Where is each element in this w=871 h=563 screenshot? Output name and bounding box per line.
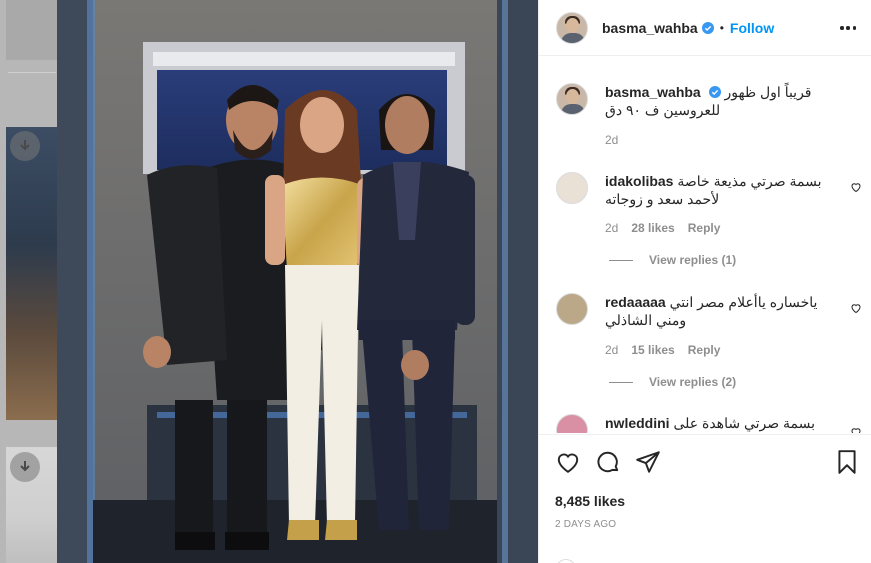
verified-badge-icon bbox=[708, 86, 721, 98]
separator-dot: • bbox=[719, 20, 724, 35]
comment-item: redaaaaa ياخساره ياأعلام مصر انتي ومني ا… bbox=[556, 293, 861, 393]
view-replies-button[interactable]: View replies (1) bbox=[609, 253, 736, 267]
likes-count[interactable]: 8,485 likes bbox=[555, 493, 625, 509]
post-photo[interactable] bbox=[57, 0, 538, 563]
comment-username[interactable]: idakolibas bbox=[605, 173, 673, 189]
comment-body: redaaaaa ياخساره ياأعلام مصر انتي ومني ا… bbox=[605, 293, 850, 329]
comment-body: idakolibas بسمة صرتي مذيعة خاصة لأحمد سع… bbox=[605, 172, 850, 208]
heart-icon[interactable] bbox=[850, 426, 862, 433]
download-icon[interactable] bbox=[10, 131, 40, 161]
download-icon[interactable] bbox=[10, 452, 40, 482]
post-side-panel: basma_wahba • Follow basma_wahba قريباً … bbox=[538, 0, 871, 563]
view-replies-button[interactable]: View replies (2) bbox=[609, 375, 736, 389]
caption-username[interactable]: basma_wahba bbox=[605, 84, 701, 100]
view-replies-label: View replies (2) bbox=[649, 375, 737, 389]
comment-username[interactable]: nwleddini bbox=[605, 415, 670, 431]
comment-item: nwleddini بسمة صرتي شاهدة على bbox=[556, 414, 861, 433]
background-thumbnail bbox=[6, 127, 57, 420]
view-replies-label: View replies (1) bbox=[649, 253, 737, 267]
comment-meta: 2d 15 likes Reply bbox=[605, 343, 720, 357]
post-timestamp[interactable]: 2 DAYS AGO bbox=[555, 519, 616, 530]
background-feed bbox=[0, 0, 57, 563]
follow-button[interactable]: Follow bbox=[730, 20, 774, 36]
comment-age[interactable]: 2d bbox=[605, 343, 618, 357]
post-header: basma_wahba • Follow bbox=[539, 0, 871, 56]
post-caption: basma_wahba قريباً اول ظهور للعروسين ف ٩… bbox=[556, 83, 856, 173]
avatar[interactable] bbox=[556, 172, 588, 204]
post-actions-bar: 8,485 likes 2 DAYS AGO bbox=[539, 434, 871, 563]
avatar[interactable] bbox=[556, 11, 588, 44]
divider bbox=[8, 72, 56, 73]
comment-likes[interactable]: 15 likes bbox=[631, 343, 674, 357]
reply-button[interactable]: Reply bbox=[688, 343, 721, 357]
comment-text: بسمة صرتي شاهدة على bbox=[673, 415, 816, 431]
comment-meta: 2d 28 likes Reply bbox=[605, 221, 720, 235]
comment-body: nwleddini بسمة صرتي شاهدة على bbox=[605, 414, 850, 432]
comment-age[interactable]: 2d bbox=[605, 221, 618, 235]
heart-icon[interactable] bbox=[555, 449, 581, 475]
more-options-icon[interactable] bbox=[840, 20, 856, 36]
comment-likes[interactable]: 28 likes bbox=[631, 221, 674, 235]
background-thumbnail bbox=[6, 0, 57, 60]
caption-meta: 2d bbox=[605, 133, 618, 147]
heart-icon[interactable] bbox=[850, 181, 862, 193]
share-icon[interactable] bbox=[635, 449, 661, 475]
heart-icon[interactable] bbox=[850, 302, 862, 314]
reply-button[interactable]: Reply bbox=[688, 221, 721, 235]
verified-badge-icon bbox=[701, 21, 714, 34]
avatar[interactable] bbox=[556, 293, 588, 325]
post-author-username[interactable]: basma_wahba bbox=[602, 20, 698, 36]
caption-age[interactable]: 2d bbox=[605, 133, 618, 147]
comments-list: basma_wahba قريباً اول ظهور للعروسين ف ٩… bbox=[539, 57, 871, 433]
comment-item: idakolibas بسمة صرتي مذيعة خاصة لأحمد سع… bbox=[556, 172, 861, 272]
avatar[interactable] bbox=[556, 414, 588, 433]
instagram-post-modal: basma_wahba • Follow basma_wahba قريباً … bbox=[0, 0, 871, 563]
post-image bbox=[57, 0, 538, 563]
comment-input-avatar bbox=[556, 559, 576, 563]
caption-body: basma_wahba قريباً اول ظهور للعروسين ف ٩… bbox=[605, 83, 850, 119]
comment-username[interactable]: redaaaaa bbox=[605, 294, 666, 310]
avatar[interactable] bbox=[556, 83, 588, 115]
comment-icon[interactable] bbox=[595, 449, 621, 475]
bookmark-icon[interactable] bbox=[834, 449, 860, 475]
